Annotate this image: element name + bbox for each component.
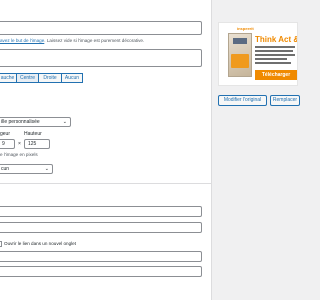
height-label: Hauteur [24,131,42,137]
link-css-class-field[interactable] [0,266,202,277]
alt-text-field[interactable] [0,21,202,35]
align-left-button[interactable]: auche [0,73,17,83]
size-separator: × [18,141,21,147]
alignment-button-group: auche Centre Droite Aucun [0,73,83,83]
link-rel-field[interactable] [0,251,202,262]
ad-text-line [255,54,295,56]
new-tab-checkbox[interactable] [0,241,2,247]
image-title-field[interactable] [0,206,202,217]
align-right-button[interactable]: Droite [38,73,62,83]
size-select[interactable]: ille personnalisée ⌄ [0,117,71,127]
size-select-value: ille personnalisée [1,119,40,125]
replace-button[interactable]: Remplacer [270,95,300,106]
align-center-button[interactable]: Centre [16,73,39,83]
ad-book-cover-image [228,33,252,77]
height-input[interactable]: 125 [24,139,50,149]
caption-field[interactable] [0,49,202,67]
width-label: geur [0,131,11,137]
section-divider [0,183,211,184]
size-unit-help: e l'image en pixels [0,152,38,157]
ad-brand: inspeerit [237,26,254,31]
alt-text-help-link[interactable]: avez le but de l'image [0,38,44,43]
ad-text-line [255,62,291,64]
chevron-down-icon: ⌄ [62,119,67,125]
ad-title: Think Act & [255,35,298,44]
align-none-button[interactable]: Aucun [61,73,83,83]
image-css-class-field[interactable] [0,222,202,233]
edit-original-button[interactable]: Modifier l'original [218,95,267,106]
ad-text-line [255,50,293,52]
link-select[interactable]: cun ⌄ [0,164,53,174]
ad-banner[interactable]: inspeerit Think Act & Télécharger [218,22,298,86]
link-select-value: cun [1,166,10,172]
new-tab-label: Ouvrir le lien dans un nouvel onglet [4,241,77,246]
chevron-down-icon: ⌄ [44,166,49,172]
ad-text-line [255,46,295,48]
width-input[interactable]: 9 [0,139,15,149]
ad-download-button[interactable]: Télécharger [255,70,297,80]
alt-text-help: avez le but de l'image. Laissez vide si … [0,38,145,43]
image-details-panel: avez le but de l'image. Laissez vide si … [0,0,212,300]
ad-text-line [255,58,287,60]
